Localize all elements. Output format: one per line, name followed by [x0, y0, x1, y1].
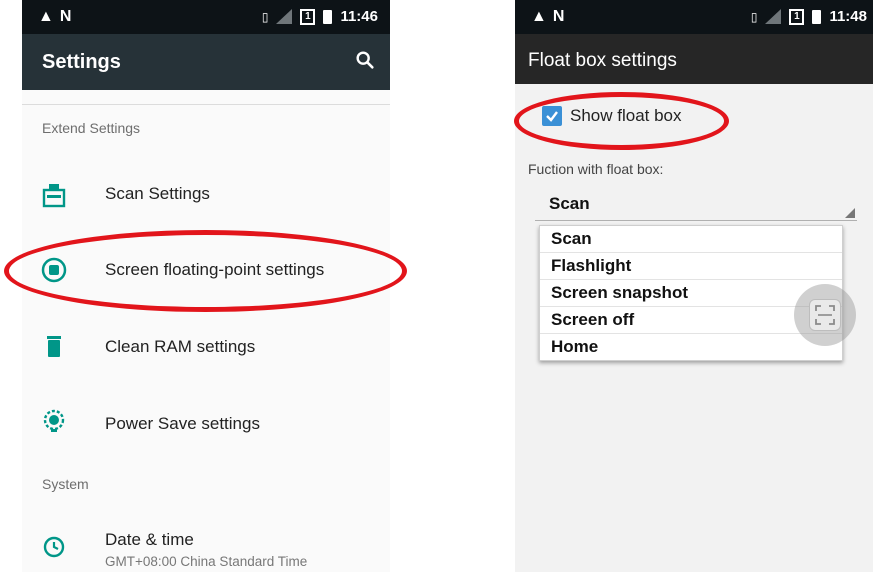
vibrate-icon: ▯: [261, 9, 269, 24]
list-item-scan-settings[interactable]: Scan Settings: [22, 166, 390, 222]
section-header-extend: Extend Settings: [42, 120, 141, 136]
function-spinner[interactable]: Scan: [535, 192, 857, 221]
float-box-settings-screen: ▲N ▯ 1 11:48 Float box settings Show flo…: [515, 0, 873, 572]
status-bar: ▲N ▯ 1 11:46: [22, 0, 390, 34]
spinner-value: Scan: [549, 194, 590, 213]
function-label: Fuction with float box:: [528, 161, 664, 177]
scan-frame-icon: [809, 299, 841, 331]
status-time: 11:46: [340, 8, 378, 25]
notification-icons: ▲N: [531, 8, 571, 25]
dropdown-option-flashlight[interactable]: Flashlight: [540, 253, 842, 280]
status-bar: ▲N ▯ 1 11:48: [515, 0, 873, 34]
app-bar: Settings: [22, 34, 390, 90]
status-icons: ▯ 1 11:48: [751, 8, 867, 25]
dropdown-option-scan[interactable]: Scan: [540, 226, 842, 253]
status-time: 11:48: [829, 8, 867, 25]
list-item-clean-ram[interactable]: Clean RAM settings: [22, 318, 390, 374]
page-title: Settings: [42, 51, 121, 73]
list-item-label: Date & time: [105, 530, 194, 549]
notification-icons: ▲N: [38, 8, 78, 25]
float-box-button[interactable]: [794, 284, 856, 346]
date-time-summary: GMT+08:00 China Standard Time: [105, 554, 308, 569]
list-item-label: Clean RAM settings: [105, 337, 256, 356]
function-dropdown: Scan Flashlight Screen snapshot Screen o…: [539, 225, 843, 361]
signal-icon: [276, 9, 293, 24]
list-item-label: Scan Settings: [105, 184, 210, 203]
search-icon[interactable]: [354, 49, 376, 71]
signal-icon: [765, 9, 782, 24]
highlight-ellipse: [514, 92, 729, 150]
sim-icon: 1: [300, 8, 316, 25]
status-icons: ▯ 1 11:46: [262, 8, 378, 25]
spinner-arrow-icon: [845, 208, 855, 218]
list-item-label: Power Save settings: [105, 414, 260, 433]
section-header-system: System: [42, 476, 89, 492]
list-item-power-save[interactable]: Power Save settings: [22, 394, 390, 450]
battery-icon: [812, 9, 822, 24]
app-bar: Float box settings: [515, 34, 873, 84]
page-title: Float box settings: [528, 50, 677, 71]
vibrate-icon: ▯: [750, 9, 758, 24]
battery-icon: [323, 9, 333, 24]
sim-icon: 1: [789, 8, 805, 25]
clock-icon: [43, 536, 65, 558]
dropdown-option-home[interactable]: Home: [540, 334, 842, 360]
highlight-ellipse: [4, 230, 407, 312]
trash-icon: [47, 336, 61, 357]
power-save-icon: [43, 409, 65, 432]
divider: [22, 104, 390, 105]
scan-settings-icon: [42, 184, 66, 208]
